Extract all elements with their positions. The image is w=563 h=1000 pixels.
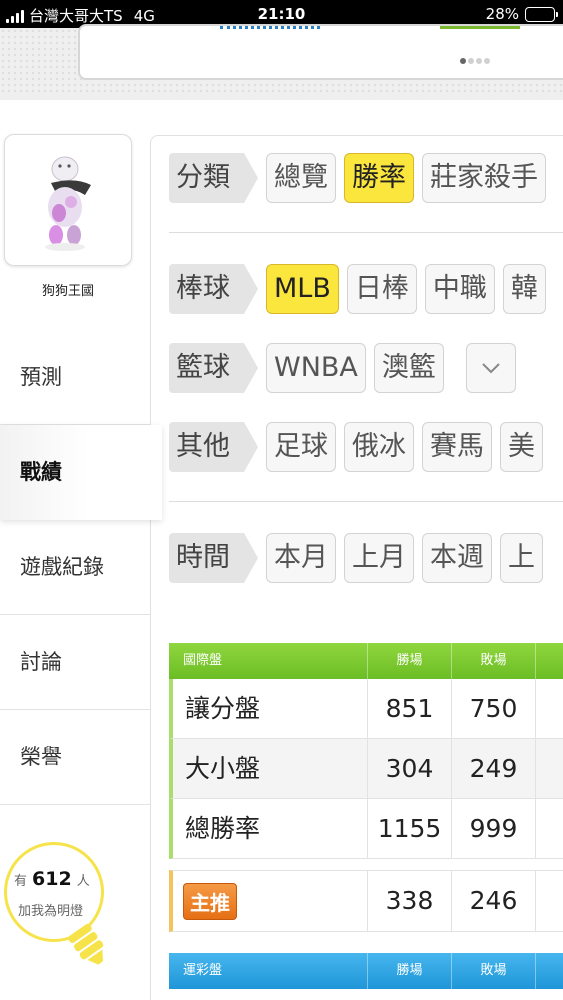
filter-nbl[interactable]: 澳籃 xyxy=(373,343,444,393)
filter-mlb[interactable]: MLB xyxy=(266,264,339,314)
battery-icon xyxy=(525,6,558,22)
column-header-losses: 敗場 xyxy=(451,643,535,679)
more-leagues-dropdown[interactable] xyxy=(465,343,516,393)
divider xyxy=(169,501,563,502)
main-pick-badge: 主推 xyxy=(183,882,237,920)
category-filter-row: 分類 總覽 勝率 莊家殺手 xyxy=(169,153,546,203)
basketball-label: 籃球 xyxy=(169,343,258,393)
carousel-dot[interactable] xyxy=(484,58,490,64)
losses-cell: 999 xyxy=(451,799,535,858)
row-label: 總勝率 xyxy=(185,814,261,843)
nav-item-predict[interactable]: 預測 xyxy=(0,330,150,425)
carousel-dot[interactable] xyxy=(476,58,482,64)
filter-this-month[interactable]: 本月 xyxy=(266,533,336,583)
filter-overview[interactable]: 總覽 xyxy=(266,153,336,203)
nav-item-discussion[interactable]: 討論 xyxy=(0,615,150,710)
table-row: 讓分盤 851 750 xyxy=(169,679,563,739)
other-label: 其他 xyxy=(169,422,258,472)
table-title: 運彩盤 xyxy=(183,963,223,978)
wins-cell: 851 xyxy=(367,679,451,738)
clock: 21:10 xyxy=(257,5,306,23)
filter-cpbl[interactable]: 中職 xyxy=(424,264,495,314)
table-row: 大小盤 304 249 xyxy=(169,739,563,799)
filter-this-week[interactable]: 本週 xyxy=(422,533,492,583)
filter-russian-hockey[interactable]: 俄冰 xyxy=(344,422,414,472)
nav-item-game-log[interactable]: 遊戲紀錄 xyxy=(0,520,150,615)
filter-last-week[interactable]: 上 xyxy=(500,533,543,583)
divider xyxy=(169,232,563,233)
filter-horse-racing[interactable]: 賽馬 xyxy=(422,422,492,472)
chevron-down-icon xyxy=(482,363,500,374)
intl-odds-table: 國際盤 勝場 敗場 讓分盤 851 750 大小盤 304 249 總勝率 11… xyxy=(169,643,563,859)
carousel-dot[interactable] xyxy=(468,58,474,64)
filter-kbo[interactable]: 韓 xyxy=(502,264,546,314)
filter-wnba[interactable]: WNBA xyxy=(266,343,366,393)
filter-npb[interactable]: 日棒 xyxy=(346,264,417,314)
losses-cell: 750 xyxy=(451,679,535,738)
time-label: 時間 xyxy=(169,533,258,583)
filter-bookie-killer[interactable]: 莊家殺手 xyxy=(422,153,546,203)
record-panel: 分類 總覽 勝率 莊家殺手 棒球 MLB 日棒 中職 韓 籃球 WNBA 澳籃 … xyxy=(150,135,563,1000)
battery-percent: 28% xyxy=(485,5,519,23)
filter-last-month[interactable]: 上月 xyxy=(344,533,414,583)
banner-card[interactable] xyxy=(78,24,563,80)
table-header: 運彩盤 勝場 敗場 xyxy=(169,953,563,989)
banner-graphic-right xyxy=(440,26,520,30)
fans-count: 612 xyxy=(32,868,72,890)
row-label: 讓分盤 xyxy=(185,694,261,723)
fans-caption: 加我為明燈 xyxy=(18,904,84,919)
wins-cell: 338 xyxy=(367,871,451,931)
banner-graphic-left xyxy=(220,26,320,30)
filter-soccer[interactable]: 足球 xyxy=(266,422,336,472)
fans-lightbulb[interactable]: 有 612 人 加我為明燈 xyxy=(4,842,124,1000)
losses-cell: 249 xyxy=(451,739,535,798)
filter-win-rate[interactable]: 勝率 xyxy=(344,153,414,203)
carousel-dot[interactable] xyxy=(460,58,466,64)
column-header-wins: 勝場 xyxy=(367,953,451,989)
time-filter-row: 時間 本月 上月 本週 上 xyxy=(169,533,543,583)
sidebar: 狗狗王國 預測 戰績 遊戲紀錄 討論 榮譽 有 612 人 加我為明燈 xyxy=(0,100,162,1000)
nav-item-record[interactable]: 戰績 xyxy=(0,425,162,520)
nav-item-honor[interactable]: 榮譽 xyxy=(0,710,150,805)
toy-figure-icon xyxy=(45,156,91,251)
column-header-losses: 敗場 xyxy=(451,953,535,989)
table-row: 總勝率 1155 999 xyxy=(169,799,563,859)
table-header: 國際盤 勝場 敗場 xyxy=(169,643,563,679)
lottery-odds-table: 運彩盤 勝場 敗場 xyxy=(169,953,563,989)
row-label: 大小盤 xyxy=(185,754,261,783)
baseball-label: 棒球 xyxy=(169,264,258,314)
table-title: 國際盤 xyxy=(183,653,223,668)
basketball-filter-row: 籃球 WNBA 澳籃 xyxy=(169,343,516,393)
wins-cell: 304 xyxy=(367,739,451,798)
carousel-dots[interactable] xyxy=(460,58,490,64)
column-header-wins: 勝場 xyxy=(367,643,451,679)
banner-area xyxy=(0,24,563,104)
losses-cell: 246 xyxy=(451,871,535,931)
baseball-filter-row: 棒球 MLB 日棒 中職 韓 xyxy=(169,264,546,314)
avatar[interactable] xyxy=(4,134,132,266)
fans-count-line: 有 612 人 xyxy=(14,868,90,890)
filter-american[interactable]: 美 xyxy=(500,422,543,472)
wins-cell: 1155 xyxy=(367,799,451,858)
username: 狗狗王國 xyxy=(41,284,94,299)
other-filter-row: 其他 足球 俄冰 賽馬 美 xyxy=(169,422,543,472)
lightbulb-icon xyxy=(68,923,104,965)
category-label: 分類 xyxy=(169,153,258,203)
main-pick-row: 主推 338 246 xyxy=(169,870,563,932)
